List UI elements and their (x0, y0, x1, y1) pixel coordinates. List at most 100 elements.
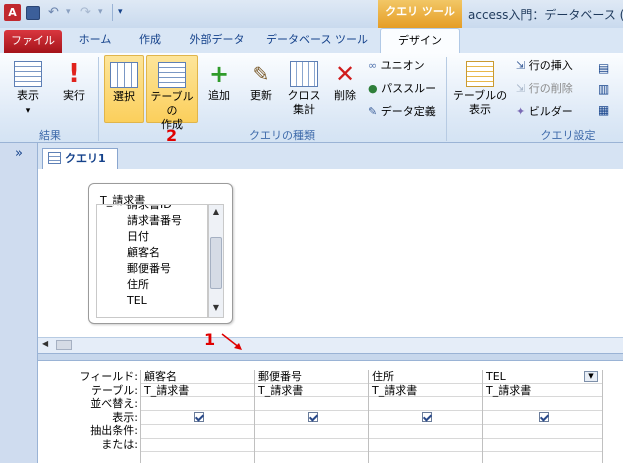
run-exclamation-icon: ! (68, 59, 80, 89)
criteria-cell[interactable] (255, 425, 368, 439)
results-group-label: 結果 (39, 129, 61, 142)
run-label: 実行 (63, 89, 85, 102)
pane-splitter-bar[interactable] (38, 353, 623, 361)
show-checkbox[interactable] (308, 411, 318, 422)
grid-column[interactable]: 顧客名 T_請求書 (140, 370, 254, 463)
customize-quick-access-icon[interactable]: ▾ (118, 7, 123, 17)
make-table-label-1: テーブルの (150, 90, 194, 117)
tab-create[interactable]: 作成 (126, 28, 174, 53)
grid-column[interactable]: 郵便番号 T_請求書 (254, 370, 368, 463)
insert-row-icon: ⇲ (516, 59, 526, 72)
field-item[interactable]: 郵便番号 (97, 261, 207, 277)
sort-cell[interactable] (369, 397, 482, 411)
table-cell[interactable]: T_請求書 (483, 384, 602, 397)
crosstab-label-2: 集計 (293, 103, 315, 116)
field-item[interactable]: 日付 (97, 229, 207, 245)
save-icon[interactable] (26, 6, 40, 20)
or-cell[interactable] (141, 439, 254, 452)
grid-column-empty[interactable] (602, 370, 623, 463)
table-cell[interactable]: T_請求書 (255, 384, 368, 397)
hscroll-thumb[interactable] (56, 340, 72, 350)
scroll-up-icon[interactable]: ▲ (209, 205, 223, 219)
update-pencil-icon: ✎ (252, 62, 270, 86)
show-table-button[interactable]: テーブルの 表示 (452, 55, 508, 127)
tab-external-data[interactable]: 外部データ (180, 28, 254, 53)
scroll-left-icon[interactable]: ◀ (42, 339, 48, 348)
crosstab-query-button[interactable]: クロス 集計 (284, 55, 324, 127)
redo-dropdown-icon[interactable]: ▾ (98, 7, 103, 17)
query-tools-context-label: クエリ ツール (378, 0, 462, 28)
scroll-thumb[interactable] (210, 237, 222, 289)
delete-query-button[interactable]: ✕ 削除 (326, 55, 364, 127)
sort-cell[interactable] (483, 397, 602, 411)
builder-button[interactable]: ✦ ビルダー (516, 101, 573, 123)
table-cell[interactable]: T_請求書 (141, 384, 254, 397)
show-checkbox[interactable] (194, 411, 204, 422)
more-setup-commands[interactable]: ▤ ▥ ▦ (598, 58, 620, 122)
append-query-button[interactable]: + 追加 (200, 55, 238, 127)
criteria-cell[interactable] (483, 425, 602, 439)
field-list-scrollbar[interactable]: ▲ ▼ (208, 204, 224, 318)
select-query-button[interactable]: 選択 (104, 55, 144, 123)
tab-home[interactable]: ホーム (70, 28, 120, 53)
field-cell[interactable]: 顧客名 (141, 370, 254, 384)
access-app-icon[interactable]: A (4, 4, 21, 21)
append-plus-icon: + (208, 60, 230, 88)
window-title: access入門：データベース (Acc (468, 8, 623, 22)
group-separator (446, 57, 447, 141)
make-table-button[interactable]: テーブルの 作成 (146, 55, 198, 131)
show-cell[interactable] (255, 411, 368, 425)
redo-icon[interactable]: ↷ (80, 5, 91, 20)
tab-database-tools[interactable]: データベース ツール (262, 28, 372, 53)
insert-row-button[interactable]: ⇲ 行の挿入 (516, 55, 573, 77)
show-cell[interactable] (369, 411, 482, 425)
sort-cell[interactable] (255, 397, 368, 411)
field-dropdown-icon[interactable]: ▼ (584, 371, 598, 382)
delete-row-button[interactable]: ⇲ 行の削除 (516, 78, 573, 100)
update-query-button[interactable]: ✎ 更新 (240, 55, 282, 127)
globe-icon: ● (368, 82, 378, 95)
field-item[interactable]: 住所 (97, 277, 207, 293)
undo-dropdown-icon[interactable]: ▾ (66, 7, 71, 17)
criteria-cell[interactable] (369, 425, 482, 439)
or-cell[interactable] (369, 439, 482, 452)
grid-column-active[interactable]: TEL ▼ T_請求書 (482, 370, 602, 463)
field-cell[interactable]: TEL ▼ (483, 370, 602, 384)
field-cell[interactable]: 住所 (369, 370, 482, 384)
criteria-row-label: 抽出条件: (90, 424, 138, 437)
view-label: 表示 (17, 89, 39, 102)
tab-design[interactable]: デザイン (380, 28, 460, 53)
navigation-pane-collapsed[interactable] (0, 143, 38, 463)
or-cell[interactable] (483, 439, 602, 452)
show-checkbox[interactable] (422, 411, 432, 422)
view-button[interactable]: 表示 ▾ (6, 55, 50, 127)
tab-file[interactable]: ファイル (4, 30, 62, 53)
query1-document-tab[interactable]: クエリ1 (42, 148, 118, 169)
field-cell[interactable]: 郵便番号 (255, 370, 368, 384)
show-checkbox[interactable] (539, 411, 549, 422)
show-cell[interactable] (141, 411, 254, 425)
field-item[interactable]: 顧客名 (97, 245, 207, 261)
upper-pane-hscrollbar[interactable]: ◀ (38, 337, 623, 353)
field-cell-value[interactable]: TEL (486, 370, 506, 383)
undo-icon[interactable]: ↶ (48, 5, 59, 20)
field-item[interactable]: TEL (97, 293, 207, 309)
passthrough-query-button[interactable]: ● パススルー (368, 78, 436, 100)
show-cell[interactable] (483, 411, 602, 425)
criteria-cell[interactable] (141, 425, 254, 439)
grid-column[interactable]: 住所 T_請求書 (368, 370, 482, 463)
table-cell[interactable]: T_請求書 (369, 384, 482, 397)
field-list[interactable]: 請求書ID 請求書番号 日付 顧客名 郵便番号 住所 TEL (96, 204, 208, 318)
make-table-icon (158, 62, 186, 88)
run-button[interactable]: ! 実行 (54, 55, 94, 127)
or-cell[interactable] (255, 439, 368, 452)
union-query-button[interactable]: ∞ ユニオン (368, 55, 425, 77)
sort-cell[interactable] (141, 397, 254, 411)
view-dropdown-icon: ▾ (25, 106, 31, 116)
scroll-down-icon[interactable]: ▼ (209, 301, 223, 315)
data-definition-button[interactable]: ✎ データ定義 (368, 101, 436, 123)
field-item[interactable]: 請求書ID (97, 205, 207, 213)
expand-nav-chevron-icon[interactable]: » (0, 146, 38, 161)
field-item[interactable]: 請求書番号 (97, 213, 207, 229)
show-table-label-1: テーブルの (452, 89, 508, 102)
